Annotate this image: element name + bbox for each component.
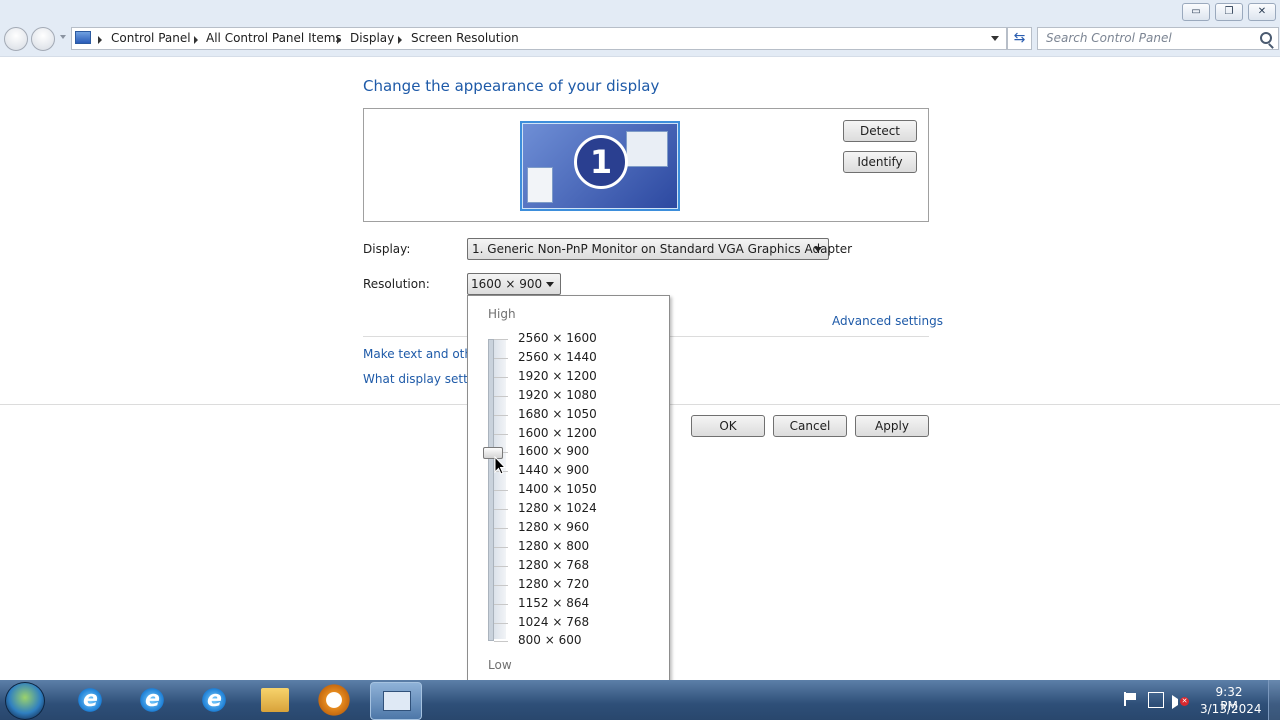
close-button[interactable]: ✕ bbox=[1248, 3, 1276, 21]
slider-low-label: Low bbox=[488, 658, 512, 672]
display-select-value: 1. Generic Non-PnP Monitor on Standard V… bbox=[472, 242, 853, 256]
slider-tick bbox=[494, 546, 508, 548]
breadcrumb-arrow-icon[interactable] bbox=[398, 36, 402, 44]
slider-tick bbox=[494, 490, 508, 492]
apply-button[interactable]: Apply bbox=[855, 415, 929, 437]
search-placeholder: Search Control Panel bbox=[1046, 31, 1172, 45]
search-input[interactable]: Search Control Panel bbox=[1037, 27, 1279, 50]
clock-date[interactable]: 3/13/2024 bbox=[1200, 702, 1262, 716]
back-button[interactable] bbox=[4, 27, 28, 51]
slider-tick bbox=[494, 395, 508, 397]
recent-pages-chevron-down-icon[interactable] bbox=[60, 35, 66, 39]
breadcrumb-arrow-icon[interactable] bbox=[337, 36, 341, 44]
network-icon[interactable] bbox=[1148, 692, 1164, 708]
resolution-select-value: 1600 × 900 bbox=[471, 277, 543, 291]
breadcrumb-arrow-icon[interactable] bbox=[194, 36, 198, 44]
monitor-1-preview[interactable]: 1 bbox=[520, 121, 680, 211]
cancel-button[interactable]: Cancel bbox=[773, 415, 847, 437]
advanced-settings-link[interactable]: Advanced settings bbox=[832, 314, 943, 328]
address-history-chevron-down-icon[interactable] bbox=[991, 36, 999, 41]
resolution-option[interactable]: 1920 × 1200 bbox=[518, 369, 597, 383]
file-explorer-icon[interactable] bbox=[261, 688, 289, 712]
resolution-dropdown-panel: High 2560 × 1600 2560 × 1440 1920 × 1200 19… bbox=[467, 295, 670, 684]
page-title: Change the appearance of your display bbox=[363, 77, 660, 95]
breadcrumb-control-panel[interactable]: Control Panel bbox=[111, 31, 191, 45]
breadcrumb-display[interactable]: Display bbox=[350, 31, 394, 45]
detect-button[interactable]: Detect bbox=[843, 120, 917, 142]
slider-tick bbox=[494, 565, 508, 567]
mute-status-icon: ✕ bbox=[1180, 697, 1189, 706]
internet-explorer-icon[interactable]: e bbox=[70, 684, 110, 716]
slider-tick bbox=[494, 339, 508, 340]
address-bar[interactable]: Control Panel All Control Panel Items Di… bbox=[71, 27, 1007, 50]
resolution-option[interactable]: 1152 × 864 bbox=[518, 596, 589, 610]
slider-tick bbox=[494, 528, 508, 529]
internet-explorer-icon[interactable]: e bbox=[132, 684, 172, 716]
taskbar bbox=[0, 680, 1280, 720]
forward-button[interactable] bbox=[31, 27, 55, 51]
monitor-window-icon bbox=[626, 131, 668, 167]
maximize-button[interactable]: ❐ bbox=[1215, 3, 1243, 21]
resolution-option[interactable]: 1920 × 1080 bbox=[518, 388, 597, 402]
slider-tick bbox=[494, 509, 508, 511]
refresh-icon[interactable]: ⇆ bbox=[1007, 27, 1032, 50]
media-player-icon[interactable] bbox=[314, 684, 354, 716]
monitor-document-icon bbox=[527, 167, 553, 203]
control-panel-taskbar-icon[interactable] bbox=[370, 682, 422, 720]
slider-track-shade bbox=[494, 339, 506, 639]
resolution-option[interactable]: 1440 × 900 bbox=[518, 463, 589, 477]
slider-tick bbox=[494, 357, 508, 359]
slider-high-label: High bbox=[488, 307, 516, 321]
minimize-button[interactable]: ▭ bbox=[1182, 3, 1210, 21]
slider-tick bbox=[494, 641, 508, 643]
display-label: Display: bbox=[363, 242, 411, 256]
resolution-option[interactable]: 1280 × 768 bbox=[518, 558, 589, 572]
slider-tick bbox=[494, 603, 508, 605]
resolution-option[interactable]: 1600 × 1200 bbox=[518, 426, 597, 440]
resolution-label: Resolution: bbox=[363, 277, 430, 291]
resolution-select[interactable]: 1600 × 900 bbox=[467, 273, 561, 295]
resolution-option[interactable]: 1024 × 768 bbox=[518, 615, 589, 629]
internet-explorer-icon[interactable]: e bbox=[194, 684, 234, 716]
resolution-option[interactable]: 1400 × 1050 bbox=[518, 482, 597, 496]
slider-tick bbox=[494, 376, 508, 378]
resolution-option[interactable]: 800 × 600 bbox=[518, 633, 582, 647]
volume-icon[interactable] bbox=[1172, 695, 1178, 709]
resolution-option[interactable]: 1280 × 800 bbox=[518, 539, 589, 553]
breadcrumb-screen-resolution[interactable]: Screen Resolution bbox=[411, 31, 519, 45]
display-select[interactable]: 1. Generic Non-PnP Monitor on Standard V… bbox=[467, 238, 852, 260]
slider-tick bbox=[494, 622, 508, 624]
slider-tick bbox=[494, 433, 508, 435]
breadcrumb-all-control-panel-items[interactable]: All Control Panel Items bbox=[206, 31, 342, 45]
mouse-cursor-icon bbox=[494, 456, 507, 476]
ok-button[interactable]: OK bbox=[691, 415, 765, 437]
chevron-down-icon bbox=[546, 282, 554, 287]
resolution-option[interactable]: 1680 × 1050 bbox=[518, 407, 597, 421]
slider-tick bbox=[494, 584, 508, 586]
action-center-flag-icon[interactable] bbox=[1124, 692, 1138, 706]
search-icon[interactable] bbox=[1260, 32, 1272, 44]
resolution-option[interactable]: 1280 × 720 bbox=[518, 577, 589, 591]
resolution-option[interactable]: 2560 × 1440 bbox=[518, 350, 597, 364]
start-button[interactable] bbox=[5, 682, 45, 720]
resolution-option[interactable]: 2560 × 1600 bbox=[518, 331, 597, 345]
chevron-down-icon bbox=[814, 247, 822, 252]
show-desktop-button[interactable] bbox=[1268, 680, 1280, 720]
resolution-option[interactable]: 1600 × 900 bbox=[518, 444, 589, 458]
address-row: Control Panel All Control Panel Items Di… bbox=[0, 24, 1280, 57]
slider-tick bbox=[494, 414, 508, 416]
resolution-option[interactable]: 1280 × 1024 bbox=[518, 501, 597, 515]
resolution-option[interactable]: 1280 × 960 bbox=[518, 520, 589, 534]
title-bar bbox=[0, 0, 1280, 24]
breadcrumb-arrow-icon[interactable] bbox=[98, 36, 102, 44]
monitor-number-badge: 1 bbox=[574, 135, 628, 189]
control-panel-icon bbox=[75, 31, 91, 44]
identify-button[interactable]: Identify bbox=[843, 151, 917, 173]
